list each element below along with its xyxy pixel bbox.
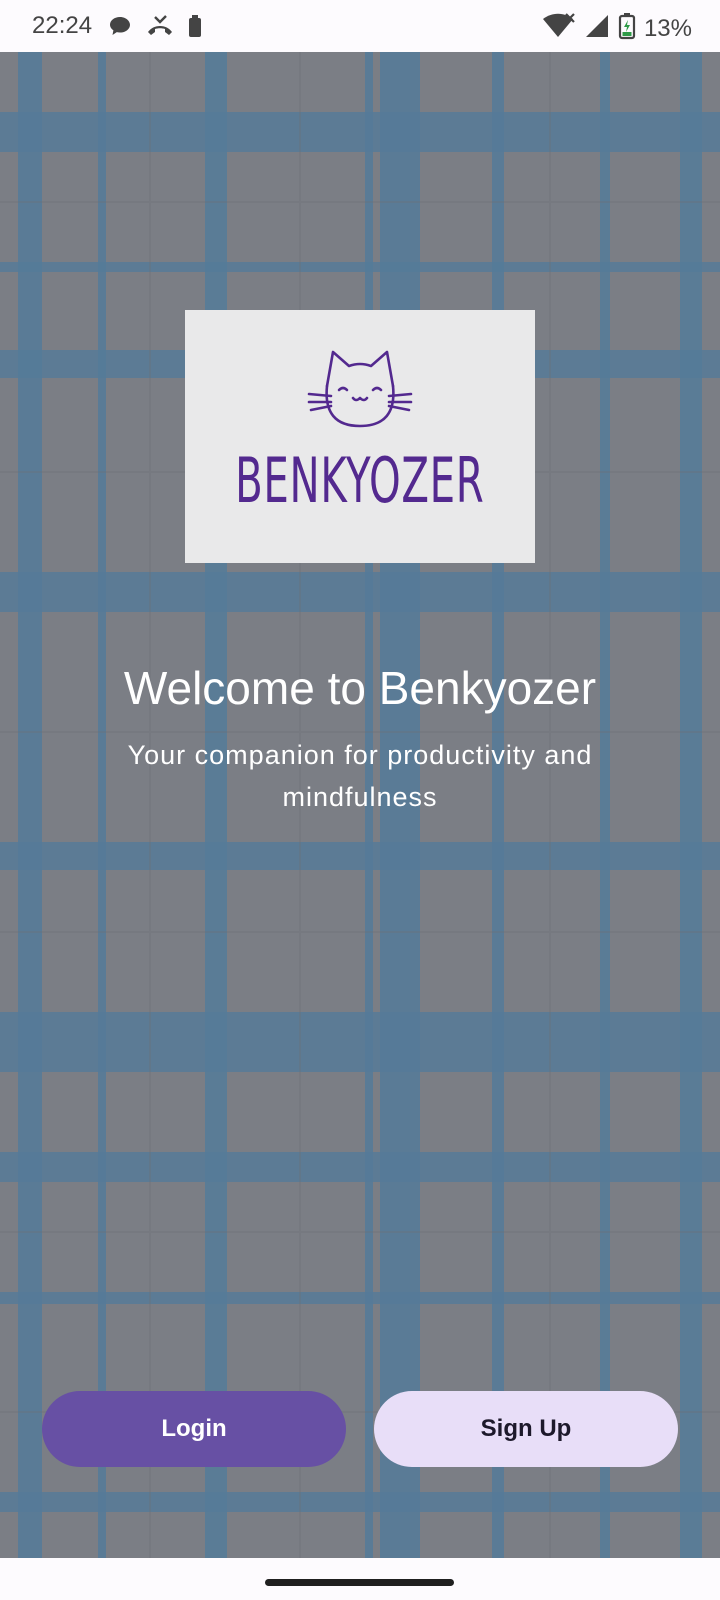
battery-saver-icon (188, 14, 202, 43)
logo-wordmark: BENKYOZER (235, 444, 485, 517)
signal-icon (584, 13, 610, 44)
welcome-subtitle: Your companion for productivity and mind… (127, 740, 593, 812)
status-right-icons: 13% (542, 12, 692, 45)
status-left-icons (108, 14, 202, 43)
cat-face-icon (305, 346, 415, 437)
missed-call-icon (146, 14, 174, 43)
status-time: 22:24 (32, 12, 93, 39)
wifi-icon (542, 13, 576, 44)
welcome-title: Welcome to Benkyozer (123, 662, 597, 714)
app-logo: BENKYOZER (185, 310, 535, 563)
battery-charging-icon (618, 12, 636, 45)
chat-bubble-icon (108, 14, 132, 43)
home-gesture-handle[interactable] (265, 1579, 454, 1586)
battery-percent: 13% (643, 14, 692, 42)
login-button[interactable]: Login (42, 1391, 346, 1467)
status-bar: 22:24 13% (0, 0, 720, 52)
navigation-bar (0, 1558, 720, 1600)
sign-up-button[interactable]: Sign Up (374, 1391, 678, 1467)
